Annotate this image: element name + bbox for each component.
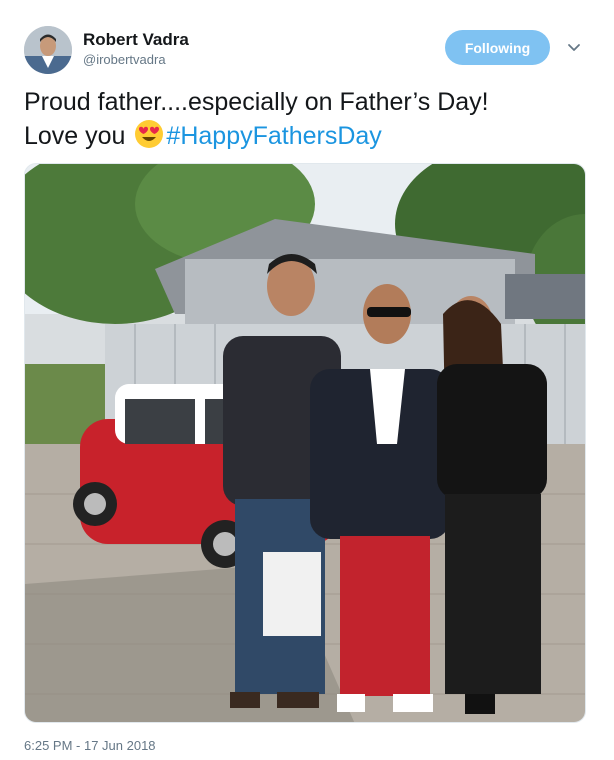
chevron-down-icon[interactable] xyxy=(566,40,582,56)
photo-image xyxy=(25,164,585,722)
tweet-text: Proud father....especially on Father’s D… xyxy=(24,86,594,153)
hashtag-link[interactable]: #HappyFathersDay xyxy=(166,122,381,150)
tweet-line-2-text: Love you xyxy=(24,122,126,150)
heart-eyes-emoji-icon xyxy=(134,119,164,149)
tweet-photo[interactable] xyxy=(24,163,586,723)
author-handle[interactable]: @irobertvadra xyxy=(83,52,166,67)
author-avatar[interactable] xyxy=(24,26,72,74)
tweet-timestamp[interactable]: 6:25 PM - 17 Jun 2018 xyxy=(24,738,156,753)
following-button[interactable]: Following xyxy=(445,30,550,65)
tweet-line-1: Proud father....especially on Father’s D… xyxy=(24,88,489,116)
avatar-icon xyxy=(24,26,72,74)
author-display-name[interactable]: Robert Vadra xyxy=(83,30,189,50)
tweet-line-2: Love you #HappyFathersDay xyxy=(24,119,594,153)
